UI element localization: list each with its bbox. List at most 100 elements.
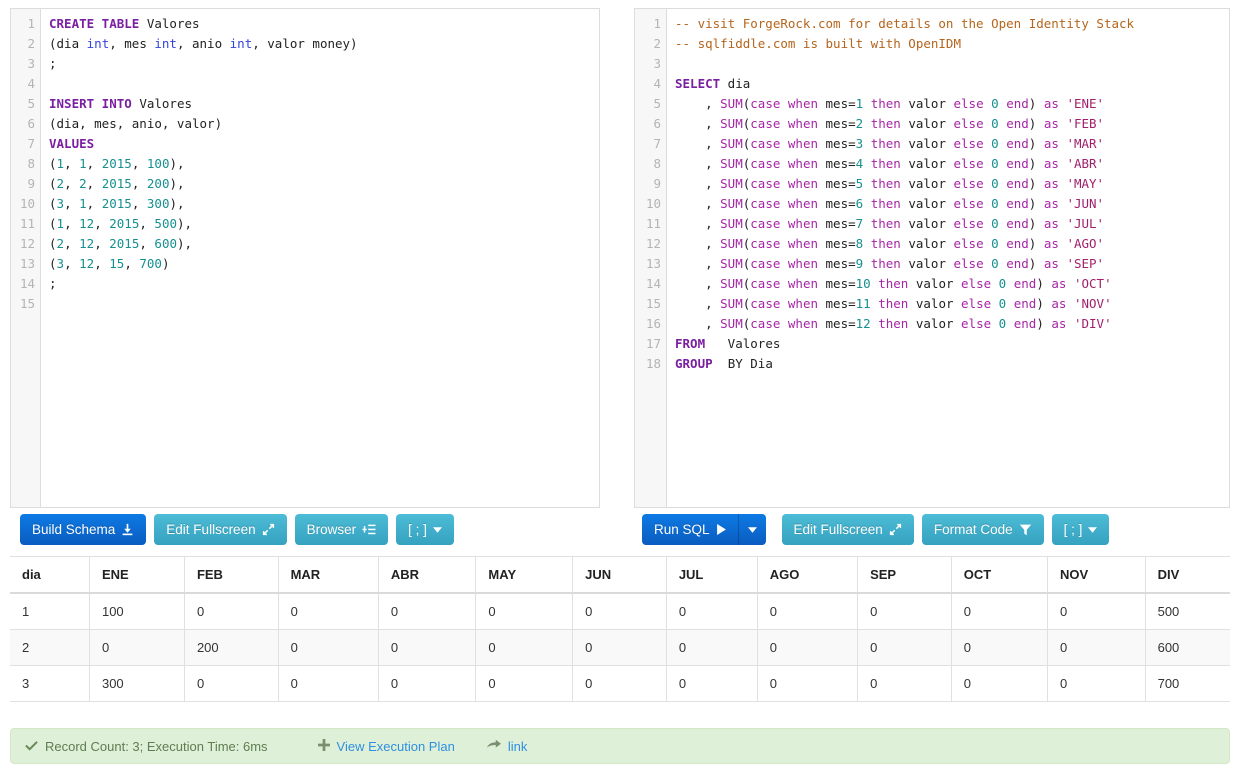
code-token: 3: [56, 196, 65, 211]
table-cell: 0: [572, 592, 667, 630]
code-token: valor: [900, 136, 954, 151]
line-number: 6: [27, 116, 35, 131]
code-token: , anio: [176, 36, 230, 51]
line-number: 18: [645, 356, 661, 371]
table-cell: 0: [277, 592, 379, 630]
table-cell: 0: [950, 592, 1048, 630]
code-token: ,: [675, 256, 721, 271]
code-token: 'MAY': [1066, 176, 1105, 191]
code-token: 1: [79, 196, 87, 211]
schema-editor[interactable]: 1 2 3 4 5 6 7 8 9 10 11 12 13 14 15 CREATE TABLE Valor…: [10, 8, 600, 508]
run-sql-button[interactable]: Run SQL: [642, 514, 738, 545]
code-token: 0: [991, 216, 999, 231]
code-token: 2015: [101, 156, 132, 171]
code-token: 'ENE': [1066, 96, 1105, 111]
line-number: 1: [27, 16, 35, 31]
results-column-header: SEP: [857, 556, 952, 594]
code-token: ,: [64, 236, 80, 251]
code-line: , SUM(case when mes=1 then valor else 0 …: [675, 94, 1229, 114]
permalink-item[interactable]: link: [486, 739, 528, 754]
query-edit-fullscreen-label: Edit Fullscreen: [793, 522, 883, 537]
browser-button[interactable]: Browser: [294, 514, 389, 545]
code-token: ),: [169, 156, 185, 171]
code-token: ,: [86, 196, 102, 211]
table-cell: 0: [277, 629, 379, 666]
run-sql-dropdown-toggle[interactable]: [737, 514, 766, 545]
table-cell: 0: [950, 629, 1048, 666]
code-token: mes=: [818, 196, 856, 211]
code-token: end: [1013, 276, 1037, 291]
view-execution-plan-link[interactable]: View Execution Plan: [337, 739, 455, 754]
schema-edit-fullscreen-label: Edit Fullscreen: [166, 522, 256, 537]
code-token: valor: [900, 156, 954, 171]
code-token: mes=: [818, 216, 856, 231]
code-token: 12: [855, 316, 871, 331]
permalink-link[interactable]: link: [508, 739, 528, 754]
line-number: 14: [645, 276, 661, 291]
code-token: else: [953, 96, 984, 111]
code-token: VALUES: [49, 136, 95, 151]
results-column-header: OCT: [950, 556, 1048, 594]
build-schema-button[interactable]: Build Schema: [20, 514, 147, 545]
query-editor-code[interactable]: -- visit ForgeRock.com for details on th…: [667, 9, 1229, 507]
code-line: FROM Valores: [675, 334, 1229, 354]
query-editor[interactable]: 1 2 3 4 5 6 7 8 9 10 11 12 13 14 15 16 17 18 -- visit For…: [634, 8, 1230, 508]
table-cell: 0: [665, 665, 758, 702]
code-token: ),: [169, 176, 185, 191]
code-line: , SUM(case when mes=7 then valor else 0 …: [675, 214, 1229, 234]
schema-edit-fullscreen-button[interactable]: Edit Fullscreen: [154, 514, 287, 545]
schema-editor-code[interactable]: CREATE TABLE Valores (dia int, mes int, a…: [41, 9, 599, 507]
code-line: (2, 2, 2015, 200),: [49, 174, 599, 194]
code-token: case when: [750, 176, 818, 191]
code-token: INSERT INTO: [49, 96, 132, 111]
line-number: 12: [19, 236, 35, 251]
code-token: mes=: [818, 156, 856, 171]
code-token: ): [1036, 316, 1052, 331]
code-token: end: [1006, 196, 1029, 211]
table-cell: 0: [475, 592, 574, 630]
code-token: SUM: [720, 316, 743, 331]
code-token: end: [1006, 136, 1029, 151]
code-token: then: [870, 256, 901, 271]
code-token: then: [878, 316, 909, 331]
code-token: ,: [64, 216, 80, 231]
code-token: 1: [56, 156, 65, 171]
query-terminator-button[interactable]: [ ; ]: [1051, 514, 1110, 545]
code-token: valor: [900, 216, 954, 231]
code-token: 0: [991, 236, 999, 251]
query-edit-fullscreen-button[interactable]: Edit Fullscreen: [781, 514, 914, 545]
code-token: else: [953, 116, 984, 131]
line-number: 16: [645, 316, 661, 331]
table-cell: 0: [1046, 665, 1146, 702]
code-token: ): [1028, 96, 1044, 111]
format-code-button[interactable]: Format Code: [921, 514, 1044, 545]
code-token: Valores: [705, 336, 781, 351]
table-cell: 0: [857, 592, 952, 630]
table-cell: 0: [950, 665, 1048, 702]
indent-list-icon: [362, 523, 376, 536]
execution-status-bar: Record Count: 3; Execution Time: 6ms Vie…: [10, 728, 1230, 764]
expand-icon: [889, 523, 902, 536]
code-token: then: [870, 176, 901, 191]
code-token: (: [49, 236, 57, 251]
schema-terminator-button[interactable]: [ ; ]: [396, 514, 454, 545]
code-token: (: [49, 156, 57, 171]
code-token: as: [1043, 236, 1059, 251]
code-token: 0: [991, 116, 999, 131]
line-number: 3: [27, 56, 35, 71]
code-token: 1: [56, 216, 65, 231]
code-token: 2: [56, 176, 65, 191]
line-number: 8: [27, 156, 35, 171]
code-token: dia: [720, 76, 751, 91]
view-execution-plan-item[interactable]: View Execution Plan: [317, 738, 455, 754]
